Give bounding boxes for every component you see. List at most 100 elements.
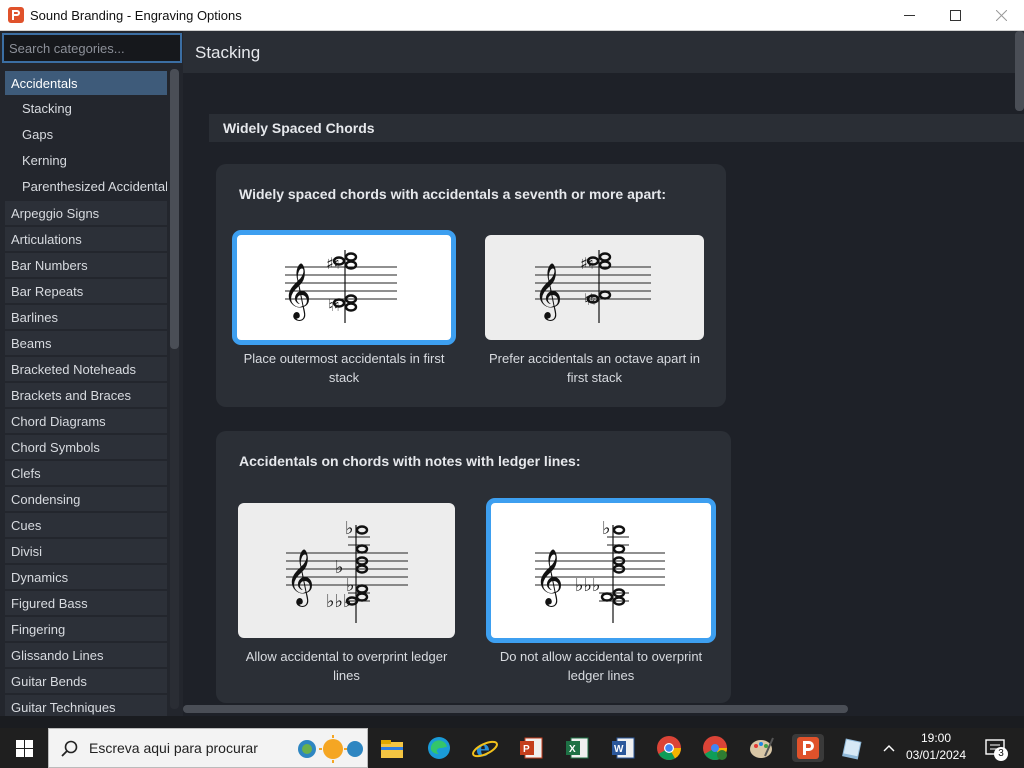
category-item[interactable]: Fingering — [5, 617, 167, 641]
maximize-button[interactable] — [932, 0, 978, 31]
svg-text:♭♭♭: ♭♭♭ — [575, 575, 600, 596]
svg-text:X: X — [569, 744, 576, 755]
option-octave-apart[interactable]: 𝄞 ♯♮ ♮♮ Prefer accidentals an octave apa… — [485, 235, 704, 395]
internet-explorer-icon[interactable]: e — [471, 734, 499, 762]
chrome-icon[interactable] — [655, 734, 683, 762]
category-item[interactable]: Condensing — [5, 487, 167, 511]
category-item[interactable]: Divisi — [5, 539, 167, 563]
music-notation-preview: 𝄞 ♯♮ ♮♮ — [534, 250, 651, 323]
category-item[interactable]: Bar Numbers — [5, 253, 167, 277]
page-title: Stacking — [195, 43, 261, 62]
sidebar-scrollbar-thumb[interactable] — [170, 69, 179, 349]
option-card-selected[interactable]: 𝄞 ♯♮ ♮♮ — [232, 230, 456, 345]
option-card-selected[interactable]: 𝄞 ♭ ♭♭♭ — [486, 498, 716, 643]
option-label: Place outermost accidentals in first sta… — [243, 351, 445, 385]
main-scrollbar-thumb[interactable] — [1015, 31, 1024, 111]
option-question: Widely spaced chords with accidentals a … — [239, 186, 667, 202]
edge-browser-icon[interactable] — [425, 734, 453, 762]
option-card[interactable]: 𝄞 ♭ ♭ ♭ ♭♭♭ — [238, 503, 455, 638]
clock-date: 03/01/2024 — [905, 748, 967, 762]
start-button[interactable] — [0, 728, 48, 768]
option-label: Allow accidental to overprint ledger lin… — [245, 649, 448, 683]
excel-icon[interactable]: X — [563, 734, 591, 762]
music-notation-preview: 𝄞 ♯♮ ♮♮ — [283, 250, 397, 323]
maximize-icon — [949, 10, 961, 21]
minimize-button[interactable] — [886, 0, 932, 31]
windows-logo-icon — [15, 739, 33, 757]
search-icon — [61, 740, 78, 757]
close-icon — [995, 10, 1007, 21]
weather-sun-icon — [298, 735, 363, 763]
powerpoint-icon[interactable]: P — [517, 734, 545, 762]
category-item[interactable]: Glissando Lines — [5, 643, 167, 667]
chrome-profile-icon[interactable] — [701, 734, 729, 762]
svg-text:♮♮: ♮♮ — [328, 296, 339, 315]
category-item[interactable]: Bracketed Noteheads — [5, 357, 167, 381]
option-disallow-overprint[interactable]: 𝄞 ♭ ♭♭♭ Do not allow accidental to overp… — [486, 498, 716, 688]
file-explorer-icon[interactable] — [378, 734, 406, 762]
svg-text:♭♭♭: ♭♭♭ — [326, 591, 351, 612]
option-outermost-first-stack[interactable]: 𝄞 ♯♮ ♮♮ Place outermost accidentals in f… — [232, 230, 456, 390]
section-header: Widely Spaced Chords — [209, 114, 1024, 142]
svg-text:W: W — [614, 744, 624, 755]
dorico-icon[interactable] — [792, 734, 824, 762]
options-main-area: Stacking Widely Spaced Chords Widely spa… — [183, 31, 1024, 716]
close-button[interactable] — [978, 0, 1024, 31]
option-allow-overprint[interactable]: 𝄞 ♭ ♭ ♭ ♭♭♭ Allow accidental to overprin… — [238, 503, 455, 693]
svg-text:𝄞: 𝄞 — [534, 263, 562, 321]
category-item[interactable]: Articulations — [5, 227, 167, 251]
category-item[interactable]: Dynamics — [5, 565, 167, 589]
svg-text:𝄞: 𝄞 — [286, 549, 314, 607]
option-panel-ledger-lines: Accidentals on chords with notes with le… — [216, 431, 731, 703]
notification-center-icon[interactable]: 3 — [982, 734, 1010, 762]
option-question: Accidentals on chords with notes with le… — [239, 453, 581, 469]
taskbar-search-box[interactable]: Escreva aqui para procurar — [48, 728, 368, 768]
category-item-accidentals[interactable]: Accidentals — [5, 71, 167, 95]
tray-clock[interactable]: 19:00 03/01/2024 — [902, 731, 970, 762]
category-item[interactable]: Cues — [5, 513, 167, 537]
search-categories-input[interactable] — [2, 33, 182, 63]
category-item[interactable]: Figured Bass — [5, 591, 167, 615]
window-title: Sound Branding - Engraving Options — [30, 7, 242, 23]
music-notation-preview: 𝄞 ♭ ♭♭♭ — [535, 518, 665, 623]
taskbar-search-placeholder: Escreva aqui para procurar — [89, 740, 258, 756]
svg-text:e: e — [476, 736, 490, 762]
svg-text:♭: ♭ — [335, 557, 344, 578]
category-item[interactable]: Brackets and Braces — [5, 383, 167, 407]
svg-text:P: P — [523, 744, 530, 755]
category-item[interactable]: Arpeggio Signs — [5, 201, 167, 225]
svg-text:𝄞: 𝄞 — [535, 549, 563, 607]
category-item[interactable]: Clefs — [5, 461, 167, 485]
option-card[interactable]: 𝄞 ♯♮ ♮♮ — [485, 235, 704, 340]
svg-text:𝄞: 𝄞 — [283, 263, 311, 321]
subcategory-stacking[interactable]: Stacking — [5, 97, 167, 123]
horizontal-scrollbar-thumb[interactable] — [183, 705, 848, 713]
svg-text:♭: ♭ — [602, 518, 611, 539]
show-hidden-icons-chevron-icon[interactable] — [880, 734, 898, 762]
category-item[interactable]: Beams — [5, 331, 167, 355]
paint-icon[interactable] — [747, 734, 775, 762]
subcategory-parenthesized-accidentals[interactable]: Parenthesized Accidental. — [5, 175, 167, 201]
windows-taskbar: Escreva aqui para procurar e P X W 19:00… — [0, 728, 1024, 768]
subcategory-gaps[interactable]: Gaps — [5, 123, 167, 149]
title-bar: Sound Branding - Engraving Options — [0, 0, 1024, 31]
svg-text:♭: ♭ — [345, 518, 354, 539]
notes-app-icon[interactable] — [838, 734, 866, 762]
app-logo-icon — [8, 7, 24, 23]
category-item[interactable]: Barlines — [5, 305, 167, 329]
category-item[interactable]: Guitar Bends — [5, 669, 167, 693]
option-label: Prefer accidentals an octave apart in fi… — [488, 351, 700, 385]
category-item[interactable]: Chord Diagrams — [5, 409, 167, 433]
section-title: Widely Spaced Chords — [223, 120, 375, 136]
category-item[interactable]: Chord Symbols — [5, 435, 167, 459]
category-item[interactable]: Bar Repeats — [5, 279, 167, 303]
word-icon[interactable]: W — [609, 734, 637, 762]
option-panel-widely-spaced: Widely spaced chords with accidentals a … — [216, 164, 726, 407]
notification-count-badge: 3 — [994, 747, 1008, 761]
subcategory-kerning[interactable]: Kerning — [5, 149, 167, 175]
svg-text:♯♮: ♯♮ — [326, 254, 339, 273]
categories-sidebar: Accidentals Stacking Gaps Kerning Parent… — [0, 31, 183, 719]
minimize-icon — [903, 14, 915, 16]
dialog-button-bar — [0, 716, 1024, 728]
category-list: Accidentals Stacking Gaps Kerning Parent… — [5, 71, 167, 721]
